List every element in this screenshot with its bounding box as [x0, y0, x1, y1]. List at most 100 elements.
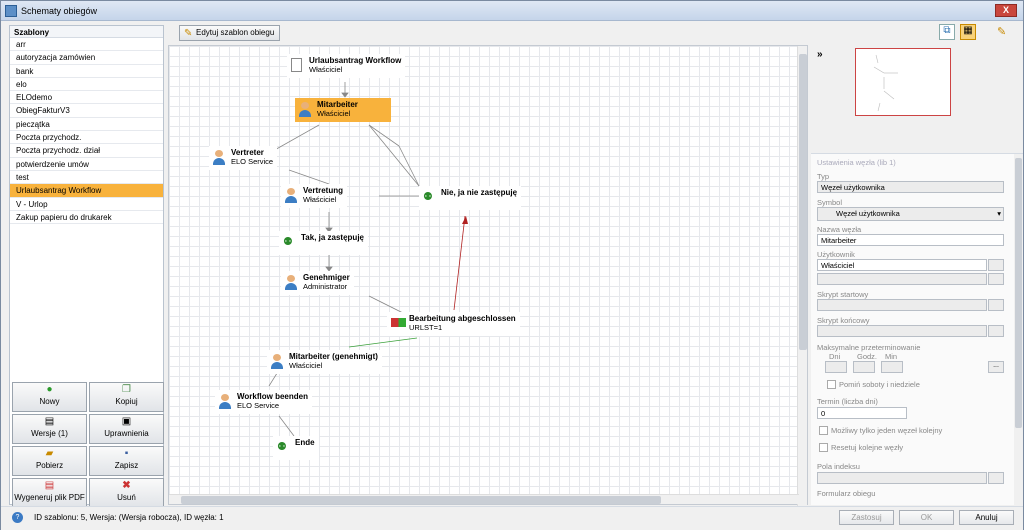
template-item[interactable]: Poczta przychodz. dział: [10, 144, 163, 158]
template-item[interactable]: ELOdemo: [10, 91, 163, 105]
copy-button[interactable]: ❐ Kopiuj: [89, 382, 164, 412]
node-title: Bearbeitung abgeschlossen: [409, 314, 516, 323]
user-picker-button[interactable]: [988, 259, 1004, 271]
name-label: Nazwa węzła: [817, 225, 862, 234]
node-subtitle: Właściciel: [309, 65, 343, 74]
permissions-button[interactable]: ▣ Uprawnienia: [89, 414, 164, 444]
delete-button[interactable]: ✖ Usuń: [89, 478, 164, 508]
node-genehmiger[interactable]: Genehmiger Administrator: [281, 271, 354, 295]
node-genehmigt[interactable]: Mitarbeiter (genehmigt) Właściciel: [267, 350, 382, 374]
new-button[interactable]: ● Nowy: [12, 382, 87, 412]
pdf-button[interactable]: ▤ Wygeneruj plik PDF: [12, 478, 87, 508]
scroll-thumb[interactable]: [1015, 158, 1022, 428]
template-item[interactable]: Poczta przychodz.: [10, 131, 163, 145]
name-field[interactable]: Mitarbeiter: [817, 234, 1004, 246]
connector: [288, 169, 330, 185]
reset-checkbox[interactable]: [819, 443, 828, 452]
template-item[interactable]: elo: [10, 78, 163, 92]
settings-header: Ustawienia węzła (lib 1): [817, 158, 896, 167]
node-vertreter[interactable]: Vertreter ELO Service: [209, 146, 278, 170]
template-item[interactable]: potwierdzenie umów: [10, 158, 163, 171]
templates-list: arr autoryzacja zamówien bank elo ELOdemo Obi…: [10, 38, 163, 225]
save-button[interactable]: ▪ Zapisz: [89, 446, 164, 476]
minimap[interactable]: [855, 48, 951, 116]
minutes-field[interactable]: [881, 361, 903, 373]
user-field[interactable]: Właściciel: [817, 259, 987, 271]
user-icon: [299, 102, 312, 118]
index-button[interactable]: [988, 472, 1004, 484]
template-item[interactable]: test: [10, 171, 163, 185]
symbol-label: Symbol: [817, 198, 843, 207]
plus-icon: ●: [46, 384, 53, 395]
node-vertretung[interactable]: Vertretung Właściciel: [281, 184, 348, 208]
template-item[interactable]: autoryzacja zamówien: [10, 51, 163, 65]
edit-template-button[interactable]: ✎ Edytuj szablon obiegu: [179, 25, 281, 41]
index-field[interactable]: [817, 472, 987, 484]
template-item[interactable]: Zakup papieru do drukarek: [10, 211, 163, 225]
node-tak[interactable]: ⚉ Tak, ja zastępuję: [279, 231, 368, 255]
properties-panel: » Ustawienia węzła (lib 1) Typ Węzeł uży…: [811, 45, 1023, 505]
apply-button[interactable]: Zastosuj: [839, 510, 894, 525]
term-field[interactable]: 0: [817, 407, 907, 419]
node-mitarbeiter[interactable]: Mitarbeiter Właściciel: [295, 98, 391, 122]
pdf-label: Wygeneruj plik PDF: [14, 493, 85, 502]
help-icon[interactable]: ?: [12, 512, 23, 523]
scroll-thumb[interactable]: [181, 496, 661, 504]
props-scrollbar[interactable]: [1014, 154, 1023, 505]
user-icon: [285, 188, 298, 204]
layout-view-button[interactable]: ⧉: [939, 24, 955, 40]
connector: [348, 337, 418, 348]
more-button[interactable]: ...: [988, 361, 1004, 373]
cancel-button[interactable]: Anuluj: [959, 510, 1014, 525]
template-item[interactable]: Urlaubsantrag Workflow: [10, 184, 163, 198]
ok-button[interactable]: OK: [899, 510, 954, 525]
symbol-select[interactable]: Węzeł użytkownika ▾: [817, 207, 1004, 221]
node-subtitle: Właściciel: [289, 361, 323, 370]
only-one-label: Możliwy tylko jeden węzeł kolejny: [831, 426, 943, 435]
start-script-label: Skrypt startowy: [817, 290, 869, 299]
save-label: Zapisz: [114, 461, 139, 470]
scroll-thumb[interactable]: [799, 54, 807, 350]
hours-field[interactable]: [853, 361, 875, 373]
vertical-scrollbar[interactable]: [797, 46, 807, 506]
node-nie[interactable]: ⚉ Nie, ja nie zastępuję: [419, 186, 522, 210]
versions-button[interactable]: ▤ Wersje (1): [12, 414, 87, 444]
collapse-button[interactable]: »: [817, 49, 823, 60]
user-picker-button-2[interactable]: [988, 273, 1004, 285]
versions-icon: ▤: [44, 416, 55, 427]
end-script-button[interactable]: [988, 325, 1004, 337]
node-bearbeitung[interactable]: Bearbeitung abgeschlossen URLST=1: [387, 312, 520, 336]
document-icon: [291, 58, 302, 72]
template-item[interactable]: V - Urlop: [10, 198, 163, 211]
close-button[interactable]: X: [995, 4, 1017, 17]
user-icon: [213, 150, 226, 166]
template-item[interactable]: arr: [10, 38, 163, 52]
templates-panel: Szablony arr autoryzacja zamówien bank elo E…: [9, 25, 164, 508]
grid-view-button[interactable]: ▦: [960, 24, 976, 40]
connector: [368, 124, 420, 187]
node-title: Nie, ja nie zastępuję: [441, 188, 518, 197]
node-title: Vertretung: [303, 186, 344, 195]
start-script-button[interactable]: [988, 299, 1004, 311]
index-label: Pola indeksu: [817, 462, 860, 471]
fetch-button[interactable]: ▰ Pobierz: [12, 446, 87, 476]
app-icon: [5, 5, 17, 17]
days-field[interactable]: [825, 361, 847, 373]
template-item[interactable]: pieczątka: [10, 118, 163, 132]
start-script-field[interactable]: [817, 299, 987, 311]
copy-label: Kopiuj: [115, 397, 138, 406]
properties-icon[interactable]: ✎: [997, 25, 1013, 40]
only-one-checkbox[interactable]: [819, 426, 828, 435]
node-start[interactable]: Urlaubsantrag Workflow Właściciel: [287, 54, 406, 78]
workflow-canvas[interactable]: Urlaubsantrag Workflow Właściciel Mitarb…: [168, 45, 808, 506]
template-item[interactable]: ObiegFakturV3: [10, 104, 163, 118]
user-field-2[interactable]: [817, 273, 987, 285]
node-beenden[interactable]: Workflow beenden ELO Service: [215, 390, 312, 414]
template-item[interactable]: bank: [10, 65, 163, 78]
title-bar: Schematy obiegów X: [1, 1, 1023, 21]
horizontal-scrollbar[interactable]: [169, 494, 799, 504]
end-script-field[interactable]: [817, 325, 987, 337]
node-title: Mitarbeiter (genehmigt): [289, 352, 378, 361]
skip-weekend-checkbox[interactable]: [827, 380, 836, 389]
node-ende[interactable]: ⚉ Ende: [273, 436, 319, 460]
